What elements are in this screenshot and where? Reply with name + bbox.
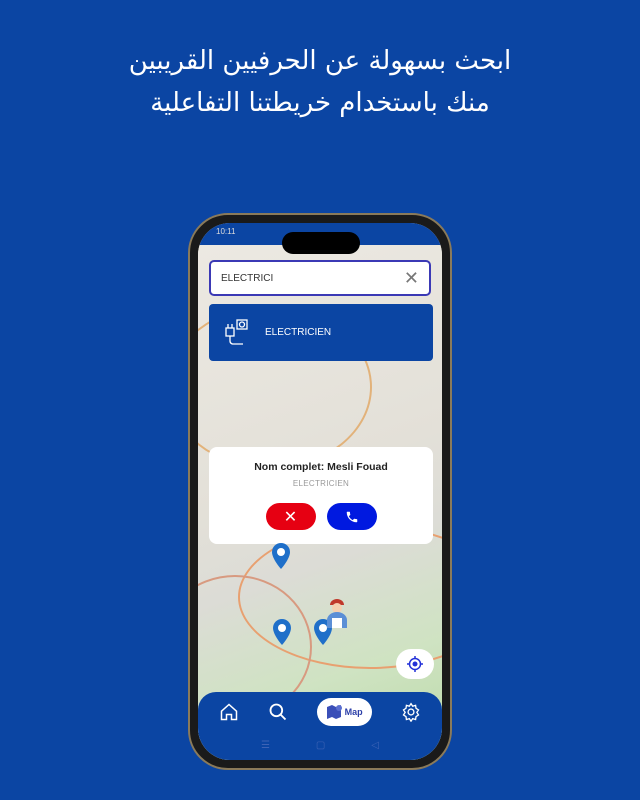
close-icon[interactable]: ✕ (404, 268, 419, 289)
search-icon[interactable] (268, 702, 288, 722)
electric-plug-icon (225, 318, 248, 345)
dynamic-island (282, 232, 360, 254)
artisan-job: ELECTRICIEN (292, 479, 350, 488)
app-screen: 10:11 ELECTRICI ✕ ELECTRICIEN Nom comple… (198, 223, 442, 760)
crosshair-icon (407, 656, 423, 672)
bottom-nav: Map ☰ ▢ ◁ (198, 692, 442, 760)
my-location-button[interactable] (396, 649, 434, 679)
search-input[interactable]: ELECTRICI ✕ (209, 260, 431, 296)
suggestion-item-electricien[interactable]: ELECTRICIEN (209, 304, 433, 361)
map-pin-icon[interactable] (273, 619, 291, 645)
home-icon[interactable] (219, 702, 239, 722)
map-icon (326, 705, 342, 719)
map-tab-label: Map (344, 707, 363, 717)
status-time: 10:11 (216, 227, 236, 236)
artisan-avatar-icon[interactable] (324, 596, 350, 628)
artisan-name: Nom complet: Mesli Fouad (254, 461, 388, 473)
close-card-button[interactable]: ✕ (265, 503, 316, 530)
back-icon[interactable]: ◁ (371, 740, 379, 751)
menu-icon[interactable]: ☰ (261, 740, 270, 751)
artisan-info-card: Nom complet: Mesli Fouad ELECTRICIEN ✕ (209, 447, 433, 544)
headline: ابحث بسهولة عن الحرفيين القريبين منك باس… (0, 40, 640, 124)
map-tab-button[interactable]: Map (317, 698, 373, 726)
suggestion-label: ELECTRICIEN (265, 327, 332, 338)
phone-icon (346, 511, 357, 522)
map-pin-icon[interactable] (272, 543, 290, 569)
headline-line-1: ابحث بسهولة عن الحرفيين القريبين (128, 46, 512, 76)
close-icon: ✕ (283, 508, 298, 526)
search-value: ELECTRICI (221, 272, 274, 284)
system-nav-bar: ☰ ▢ ◁ (198, 740, 442, 751)
phone-mockup: 10:11 ELECTRICI ✕ ELECTRICIEN Nom comple… (188, 213, 452, 770)
settings-gear-icon[interactable] (401, 702, 421, 722)
headline-line-2: منك باستخدام خريطتنا التفاعلية (150, 88, 490, 118)
home-square-icon[interactable]: ▢ (316, 740, 325, 751)
call-button[interactable] (326, 503, 377, 530)
